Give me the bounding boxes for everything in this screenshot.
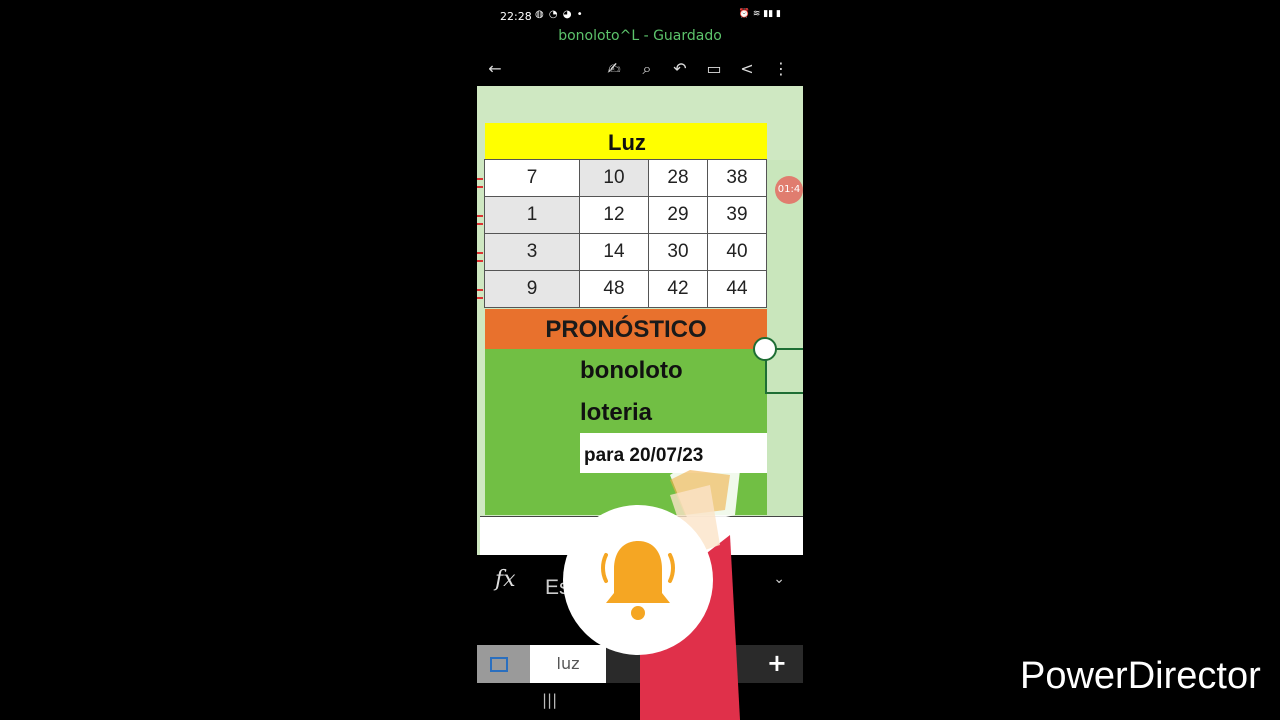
sheet-list-button[interactable] xyxy=(477,645,530,683)
selection-handle[interactable] xyxy=(753,337,777,361)
back-icon[interactable]: ← xyxy=(484,58,506,80)
app-toolbar: ← ✍ ⌕ ↶ ▭ < ⋮ xyxy=(477,52,803,84)
bell-icon xyxy=(601,541,675,620)
status-bar: 22:28 ◍ ◔ ◕ • ⏰ ≋ ▮▮ ▮ xyxy=(477,0,803,28)
system-status-icons: ⏰ ≋ ▮▮ ▮ xyxy=(738,9,781,19)
table-cell[interactable]: 38 xyxy=(707,159,767,197)
tab-luz[interactable]: luz xyxy=(530,645,606,683)
status-time: 22:28 xyxy=(500,10,532,23)
table-cell[interactable]: 9 xyxy=(484,270,580,308)
table-cell[interactable]: 39 xyxy=(707,196,767,234)
luz-header-cell[interactable]: Luz xyxy=(485,123,767,159)
row-marker xyxy=(477,289,483,299)
notification-icons: ◍ ◔ ◕ • xyxy=(535,9,584,20)
table-row: 1 12 29 39 xyxy=(484,196,767,234)
floating-overlay-icon[interactable]: 01:4 xyxy=(775,176,803,204)
table-cell[interactable]: 3 xyxy=(484,233,580,271)
table-cell[interactable]: 14 xyxy=(579,233,649,271)
row-marker xyxy=(477,178,483,188)
comment-icon[interactable]: ▭ xyxy=(703,58,725,80)
pronostico-banner[interactable]: PRONÓSTICO xyxy=(485,309,767,349)
table-cell[interactable]: 10 xyxy=(579,159,649,197)
bonoloto-label: bonoloto xyxy=(580,357,683,384)
table-cell[interactable]: 44 xyxy=(707,270,767,308)
add-sheet-button[interactable]: + xyxy=(767,649,787,677)
share-icon[interactable]: < xyxy=(736,58,758,80)
powerdirector-watermark: PowerDirector xyxy=(1020,655,1261,697)
function-icon[interactable]: fx xyxy=(495,567,516,592)
search-icon[interactable]: ⌕ xyxy=(636,58,658,80)
luz-header-text: Luz xyxy=(608,130,646,155)
table-cell[interactable]: 48 xyxy=(579,270,649,308)
more-icon[interactable]: ⋮ xyxy=(770,58,792,80)
sheets-icon xyxy=(490,657,508,672)
numbers-grid: 7 10 28 38 1 12 29 39 3 14 30 40 9 48 42 xyxy=(484,159,767,308)
undo-icon[interactable]: ↶ xyxy=(669,58,691,80)
table-row: 7 10 28 38 xyxy=(484,159,767,197)
table-row: 9 48 42 44 xyxy=(484,270,767,308)
table-cell[interactable]: 12 xyxy=(579,196,649,234)
notification-bell-badge[interactable] xyxy=(563,505,713,655)
recent-apps-icon[interactable]: ||| xyxy=(542,691,557,709)
loteria-label: loteria xyxy=(580,399,653,426)
table-cell[interactable]: 1 xyxy=(484,196,580,234)
table-cell[interactable]: 28 xyxy=(648,159,708,197)
table-cell[interactable]: 29 xyxy=(648,196,708,234)
adjacent-cells[interactable] xyxy=(767,160,803,515)
table-cell[interactable]: 30 xyxy=(648,233,708,271)
chevron-down-icon[interactable]: ⌄ xyxy=(773,571,785,587)
table-cell[interactable]: 40 xyxy=(707,233,767,271)
table-row: 3 14 30 40 xyxy=(484,233,767,271)
row-marker xyxy=(477,215,483,225)
document-title: bonoloto^L - Guardado xyxy=(558,28,722,44)
row-marker xyxy=(477,252,483,262)
table-cell[interactable]: 7 xyxy=(484,159,580,197)
table-cell[interactable]: 42 xyxy=(648,270,708,308)
draw-icon[interactable]: ✍ xyxy=(603,58,625,80)
